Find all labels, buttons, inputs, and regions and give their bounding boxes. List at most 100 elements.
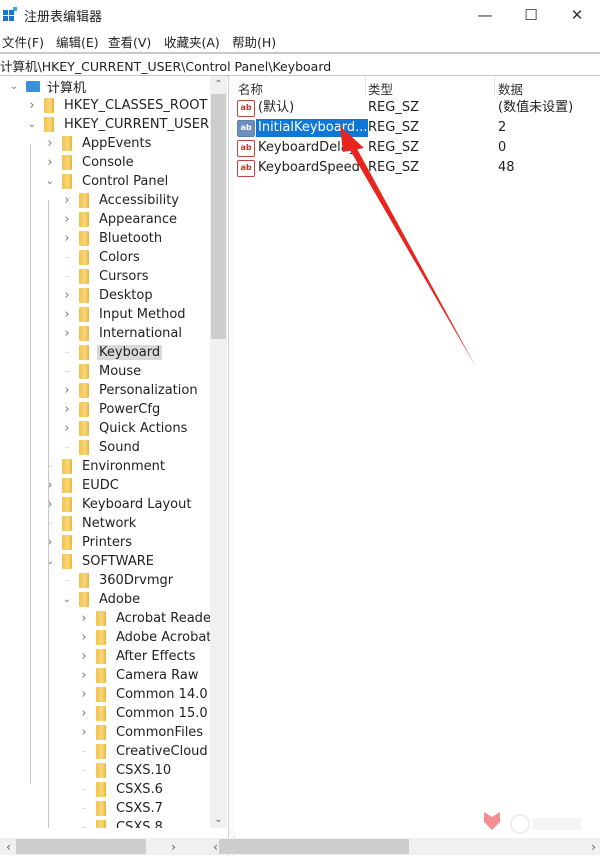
- tree-node[interactable]: ⌄ SOFTWARE: [44, 552, 156, 571]
- value-row[interactable]: ab InitialKeyboard... REG_SZ 2: [234, 118, 600, 138]
- menu-favorites[interactable]: 收藏夹(A): [164, 32, 220, 51]
- tree-node[interactable]: › PowerCfg: [61, 400, 162, 419]
- tree-node[interactable]: – CSXS.6: [78, 780, 165, 799]
- list-horizontal-scrollbar[interactable]: ‹ ›: [207, 838, 600, 855]
- tree-node[interactable]: – 360Drvmgr: [61, 571, 175, 590]
- menu-edit[interactable]: 编辑(E): [56, 32, 99, 51]
- scroll-up-icon[interactable]: ⌃: [210, 76, 227, 93]
- scroll-left-icon[interactable]: ‹: [0, 838, 17, 855]
- tree-node[interactable]: › Keyboard Layout: [44, 495, 193, 514]
- tree-node[interactable]: › Input Method: [61, 305, 188, 324]
- tree-node[interactable]: – Keyboard: [61, 343, 163, 362]
- tree-node[interactable]: › Bluetooth: [61, 229, 164, 248]
- chevron-right-icon[interactable]: ›: [61, 402, 73, 417]
- tree-node[interactable]: – Colors: [61, 248, 142, 267]
- tree-node[interactable]: › Accessibility: [61, 191, 181, 210]
- tree-node[interactable]: › Personalization: [61, 381, 200, 400]
- tree-node[interactable]: › Common 15.0: [78, 704, 210, 723]
- tree-node[interactable]: › After Effects: [78, 647, 198, 666]
- chevron-right-icon[interactable]: ›: [44, 478, 56, 493]
- chevron-right-icon[interactable]: ›: [61, 421, 73, 436]
- folder-icon: [96, 649, 106, 664]
- tree-node[interactable]: › Quick Actions: [61, 419, 189, 438]
- values-list[interactable]: 名称 类型 数据 ab (默认) REG_SZ (数值未设置) ab InitialKey…: [234, 76, 600, 836]
- chevron-right-icon[interactable]: ›: [61, 288, 73, 303]
- tree-node[interactable]: › Desktop: [61, 286, 155, 305]
- tree-node[interactable]: › Acrobat Reader: [78, 609, 210, 628]
- chevron-right-icon[interactable]: ›: [61, 383, 73, 398]
- address-path[interactable]: 计算机\HKEY_CURRENT_USER\Control Panel\Keyb…: [0, 56, 331, 75]
- tree-node[interactable]: › CommonFiles: [78, 723, 205, 742]
- tree-node[interactable]: › Camera Raw: [78, 666, 201, 685]
- chevron-down-icon[interactable]: ⌄: [8, 81, 20, 92]
- list-scroll-right-icon[interactable]: ›: [585, 838, 600, 855]
- address-bar[interactable]: 计算机\HKEY_CURRENT_USER\Control Panel\Keyb…: [0, 52, 600, 77]
- chevron-right-icon[interactable]: ›: [44, 535, 56, 550]
- value-row[interactable]: ab (默认) REG_SZ (数值未设置): [234, 98, 600, 118]
- list-hscroll-thumb[interactable]: [219, 839, 409, 854]
- tree-node[interactable]: › International: [61, 324, 184, 343]
- menu-file[interactable]: 文件(F): [2, 32, 44, 51]
- column-divider[interactable]: [494, 76, 495, 96]
- chevron-right-icon[interactable]: ›: [26, 98, 38, 113]
- tree-horizontal-scrollbar[interactable]: ‹ ›: [0, 838, 210, 855]
- registry-tree[interactable]: ⌄ 计算机 › HKEY_CLASSES_ROOT ⌄ HKEY_CURRENT_USER…: [0, 76, 210, 828]
- chevron-right-icon[interactable]: ›: [61, 193, 73, 208]
- column-header-name[interactable]: 名称: [238, 79, 263, 98]
- chevron-right-icon[interactable]: ›: [61, 307, 73, 322]
- tree-node[interactable]: › Printers: [44, 533, 134, 552]
- minimize-button[interactable]: —: [462, 0, 508, 30]
- chevron-right-icon[interactable]: ›: [61, 212, 73, 227]
- maximize-button[interactable]: ☐: [508, 0, 554, 30]
- tree-node[interactable]: – Environment: [44, 457, 167, 476]
- tree-node[interactable]: ⌄ Adobe: [61, 590, 142, 609]
- tree-node[interactable]: – CSXS.10: [78, 761, 173, 780]
- chevron-down-icon[interactable]: ⌄: [61, 594, 73, 605]
- tree-node[interactable]: ⌄ Control Panel: [44, 172, 170, 191]
- menu-view[interactable]: 查看(V): [108, 32, 151, 51]
- tree-vertical-scrollbar[interactable]: ⌃ ⌄: [210, 76, 227, 828]
- chevron-right-icon[interactable]: ›: [61, 326, 73, 341]
- column-header-type[interactable]: 类型: [368, 79, 393, 98]
- chevron-right-icon[interactable]: ›: [44, 136, 56, 151]
- tree-node[interactable]: › EUDC: [44, 476, 121, 495]
- column-header-data[interactable]: 数据: [498, 79, 523, 98]
- tree-node[interactable]: › Appearance: [61, 210, 179, 229]
- column-divider[interactable]: [365, 76, 366, 96]
- chevron-down-icon[interactable]: ⌄: [26, 119, 38, 130]
- chevron-right-icon[interactable]: ›: [61, 231, 73, 246]
- chevron-down-icon[interactable]: ⌄: [44, 176, 56, 187]
- chevron-right-icon[interactable]: ›: [44, 155, 56, 170]
- tree-node[interactable]: › Console: [44, 153, 136, 172]
- close-button[interactable]: ✕: [554, 0, 600, 30]
- tree-node[interactable]: › Adobe Acrobat: [78, 628, 210, 647]
- tree-node[interactable]: – CreativeCloud: [78, 742, 210, 761]
- tree-hscroll-thumb[interactable]: [16, 839, 146, 854]
- value-row[interactable]: ab KeyboardSpeed REG_SZ 48: [234, 158, 600, 178]
- tree-node[interactable]: ⌄ 计算机: [8, 77, 88, 96]
- chevron-right-icon[interactable]: ›: [78, 687, 90, 702]
- tree-node[interactable]: – Sound: [61, 438, 142, 457]
- chevron-right-icon[interactable]: ›: [44, 497, 56, 512]
- tree-node[interactable]: – Cursors: [61, 267, 151, 286]
- tree-node[interactable]: › Common 14.0: [78, 685, 210, 704]
- tree-node[interactable]: ⌄ HKEY_CURRENT_USER: [26, 115, 210, 134]
- chevron-right-icon[interactable]: ›: [78, 706, 90, 721]
- scroll-down-icon[interactable]: ⌄: [210, 811, 227, 828]
- tree-node[interactable]: – Network: [44, 514, 138, 533]
- chevron-down-icon[interactable]: ⌄: [44, 556, 56, 567]
- tree-node[interactable]: › HKEY_CLASSES_ROOT: [26, 96, 209, 115]
- menu-help[interactable]: 帮助(H): [232, 32, 276, 51]
- tree-scroll-thumb[interactable]: [211, 94, 226, 339]
- tree-node[interactable]: › AppEvents: [44, 134, 153, 153]
- tree-node[interactable]: – CSXS.8: [78, 818, 165, 828]
- value-row[interactable]: ab KeyboardDelay REG_SZ 0: [234, 138, 600, 158]
- tree-node[interactable]: – Mouse: [61, 362, 143, 381]
- scroll-right-icon[interactable]: ›: [165, 838, 182, 855]
- chevron-right-icon[interactable]: ›: [78, 630, 90, 645]
- tree-node[interactable]: – CSXS.7: [78, 799, 165, 818]
- chevron-right-icon[interactable]: ›: [78, 668, 90, 683]
- chevron-right-icon[interactable]: ›: [78, 725, 90, 740]
- chevron-right-icon[interactable]: ›: [78, 611, 90, 626]
- chevron-right-icon[interactable]: ›: [78, 649, 90, 664]
